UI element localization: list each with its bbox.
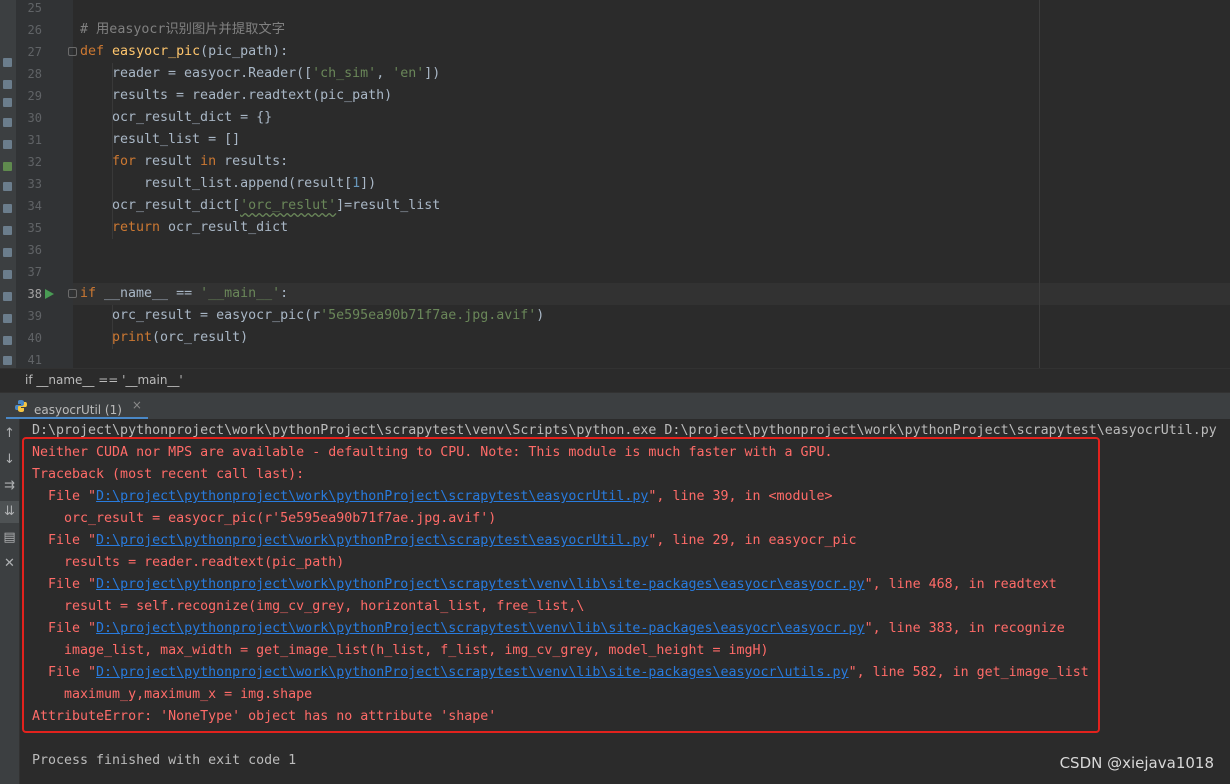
code-text: result_list.append(result[: [144, 176, 353, 191]
code-text: result: [136, 154, 201, 169]
code-text: ,: [376, 66, 393, 81]
code-text: :: [280, 286, 289, 301]
code-line[interactable]: # 用easyocr识别图片并提取文字: [80, 19, 285, 41]
code-text: ]): [360, 176, 377, 191]
code-text: ocr_result_dict: [160, 220, 289, 235]
run-gutter-icon[interactable]: [45, 289, 54, 299]
keyword: def: [80, 44, 105, 59]
string: '__main__': [200, 286, 281, 301]
comment: # 用easyocr识别图片并提取文字: [80, 22, 286, 37]
file-icon: [3, 118, 12, 127]
code-text: ): [536, 308, 545, 323]
keyword: return: [112, 220, 161, 235]
line-number: 37: [27, 265, 42, 279]
line-number: 35: [27, 221, 42, 235]
code-text: ]): [424, 66, 441, 81]
code-line[interactable]: orc_result = easyocr_pic(r'5e595ea90b71f…: [112, 305, 544, 327]
file-icon: [3, 226, 12, 235]
function-name: easyocr_pic: [112, 44, 201, 59]
line-number: 28: [27, 67, 42, 81]
close-icon[interactable]: ×: [132, 398, 142, 412]
file-icon: [3, 98, 12, 107]
string: 'orc_reslut': [240, 198, 337, 213]
keyword: for: [112, 154, 137, 169]
string: '5e595ea90b71f7ae.jpg.avif': [320, 308, 537, 323]
code-text: results:: [216, 154, 289, 169]
soft-wrap-icon[interactable]: ⇉: [0, 475, 19, 497]
file-icon: [3, 336, 12, 345]
fold-icon[interactable]: [68, 47, 77, 56]
line-number: 30: [27, 111, 42, 125]
line-number: 33: [27, 177, 42, 191]
tab-label: easyocrUtil (1): [34, 403, 122, 417]
code-line[interactable]: if __name__ == '__main__':: [80, 283, 288, 305]
code-text: orc_result = easyocr_pic(r: [112, 308, 321, 323]
file-icon: [3, 58, 12, 67]
file-icon: [3, 248, 12, 257]
line-number: 40: [27, 331, 42, 345]
file-icon: [3, 182, 12, 191]
watermark: CSDN @xiejava1018: [1059, 754, 1214, 772]
breadcrumb-item[interactable]: if __name__ == '__main__': [25, 373, 183, 387]
code-line[interactable]: result_list = []: [112, 129, 240, 151]
file-icon: [3, 162, 12, 171]
line-number: 26: [27, 23, 42, 37]
arrow-up-icon[interactable]: ↑: [0, 423, 19, 445]
file-icon: [3, 80, 12, 89]
line-number: 31: [27, 133, 42, 147]
string: 'en': [392, 66, 425, 81]
run-tool-window-tabs: easyocrUtil (1) ×: [0, 392, 1230, 420]
line-number: 34: [27, 199, 42, 213]
code-text: (pic_path):: [200, 44, 289, 59]
code-line[interactable]: results = reader.readtext(pic_path): [112, 85, 392, 107]
line-number: 27: [27, 45, 42, 59]
code-text: reader = easyocr.Reader([: [112, 66, 313, 81]
fold-icon[interactable]: [68, 289, 77, 298]
right-margin-guide: [1039, 0, 1040, 368]
breadcrumb[interactable]: if __name__ == '__main__': [0, 368, 1230, 392]
file-icon: [3, 204, 12, 213]
code-line[interactable]: return ocr_result_dict: [112, 217, 288, 239]
console-toolbar: ↑ ↓ ⇉ ⇊ ▤ ✕: [0, 419, 20, 784]
code-text: __name__ ==: [96, 286, 201, 301]
file-icon: [3, 292, 12, 301]
code-line[interactable]: ocr_result_dict['orc_reslut']=result_lis…: [112, 195, 440, 217]
code-line[interactable]: ocr_result_dict = {}: [112, 107, 272, 129]
trash-icon[interactable]: ✕: [0, 553, 19, 575]
python-icon: [15, 400, 27, 412]
code-line[interactable]: for result in results:: [112, 151, 288, 173]
code-line[interactable]: reader = easyocr.Reader(['ch_sim', 'en']…: [112, 63, 440, 85]
file-icon: [3, 140, 12, 149]
scroll-to-end-icon[interactable]: ⇊: [0, 501, 19, 523]
code-text: ocr_result_dict[: [112, 198, 241, 213]
project-tool-strip: [0, 0, 16, 368]
tab-run-easyocrutil[interactable]: easyocrUtil (1) ×: [6, 393, 148, 420]
error-highlight-box: [22, 437, 1100, 733]
line-number: 25: [27, 1, 42, 15]
code-line[interactable]: def easyocr_pic(pic_path):: [80, 41, 288, 63]
file-icon: [3, 314, 12, 323]
number: 1: [352, 176, 361, 191]
line-number: 29: [27, 89, 42, 103]
string: 'ch_sim': [312, 66, 377, 81]
builtin-function: print: [112, 330, 153, 345]
code-text: (orc_result): [152, 330, 249, 345]
line-number: 32: [27, 155, 42, 169]
file-icon: [3, 270, 12, 279]
exit-status: Process finished with exit code 1: [32, 753, 297, 768]
code-editor[interactable]: 25 26 27 28 29 30 31 32 33 34 35 36 37 3…: [0, 0, 1230, 368]
file-icon: [3, 356, 12, 365]
code-line[interactable]: result_list.append(result[1]): [144, 173, 376, 195]
arrow-down-icon[interactable]: ↓: [0, 449, 19, 471]
line-number: 38: [27, 287, 42, 301]
keyword: in: [200, 154, 217, 169]
code-line[interactable]: print(orc_result): [112, 327, 248, 349]
line-number: 39: [27, 309, 42, 323]
keyword: if: [80, 286, 97, 301]
code-text: ]=result_list: [336, 198, 441, 213]
line-number: 36: [27, 243, 42, 257]
line-number: 41: [27, 353, 42, 367]
print-icon[interactable]: ▤: [0, 527, 19, 549]
